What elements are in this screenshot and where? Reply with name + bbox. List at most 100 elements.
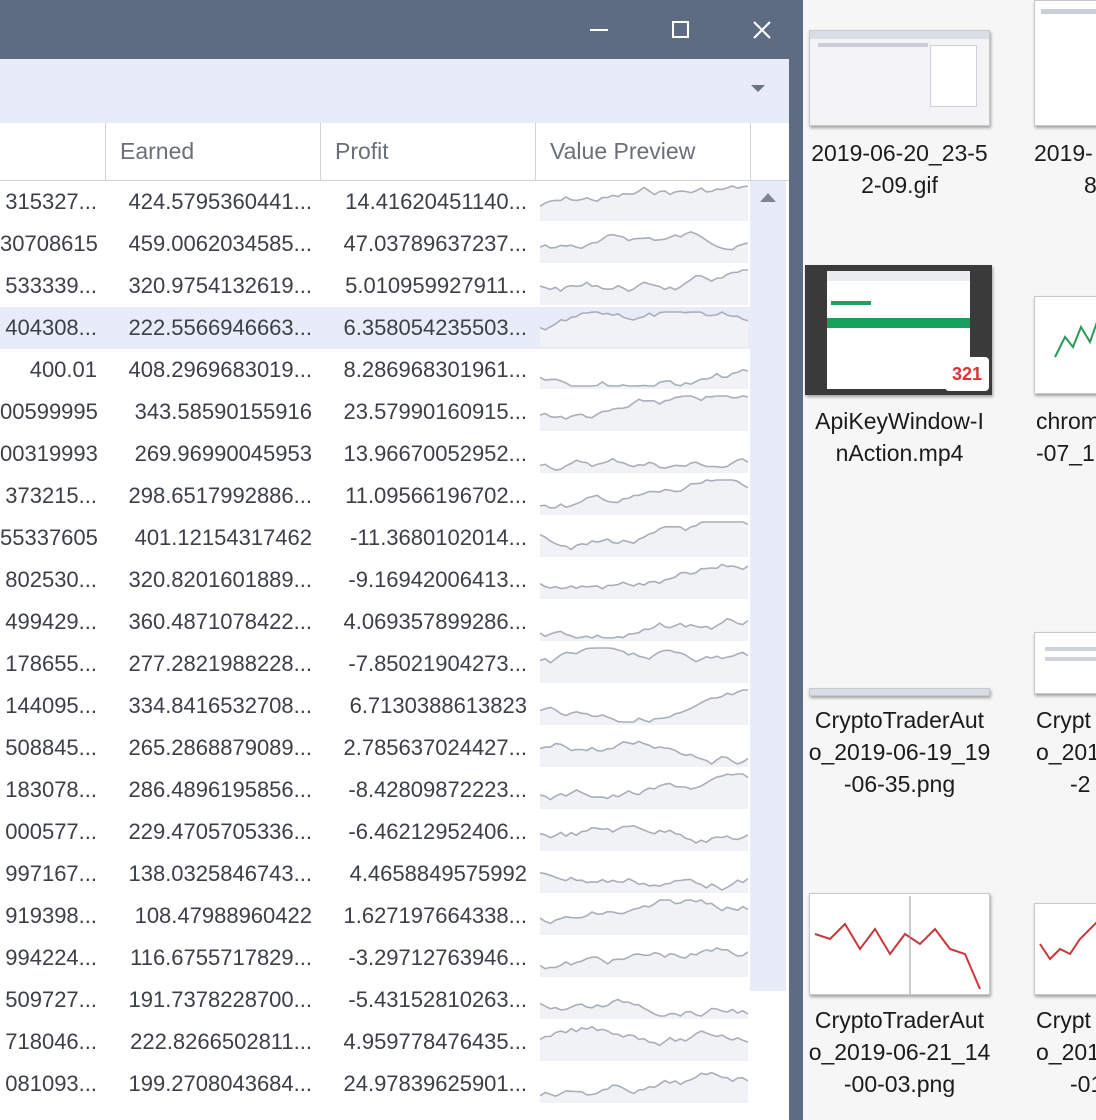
value-preview-sparkline <box>540 871 748 893</box>
sparkline-area <box>540 270 748 305</box>
cell-earned: 222.5566946663... <box>128 315 312 340</box>
cell-previous-value: 144095... <box>5 693 97 718</box>
cell-previous-value: 509727... <box>5 987 97 1012</box>
value-preview-sparkline <box>540 457 748 473</box>
cell-previous-value: 00599995 <box>0 399 97 424</box>
file-thumbnail[interactable] <box>1034 0 1096 126</box>
close-icon <box>753 20 771 39</box>
table-row[interactable]: 994224... 116.6755717829... -3.29712763946… <box>0 937 750 979</box>
value-preview-sparkline <box>540 368 748 389</box>
table-row[interactable]: 533339... 320.9754132619... 5.010959927911… <box>0 265 750 307</box>
table-row[interactable]: 499429... 360.4871078422... 4.069357899286… <box>0 601 750 643</box>
file-label-line: -07_1 <box>1036 440 1095 466</box>
file-thumbnail[interactable] <box>809 893 990 995</box>
file-label[interactable]: ApiKeyWindow-I nAction.mp4 <box>803 405 996 469</box>
file-thumbnail[interactable] <box>1034 296 1096 394</box>
table-row[interactable]: 00319993 269.96990045953 13.96670052952... <box>0 433 750 475</box>
file-label-line: o_2019-06-21_14 <box>808 1039 991 1065</box>
table-row[interactable]: 315327... 424.5795360441... 14.41620451140… <box>0 181 750 223</box>
file-thumbnail[interactable] <box>809 688 990 696</box>
table-row[interactable]: 00599995 343.58590155916 23.57990160915... <box>0 391 750 433</box>
value-preview-sparkline <box>540 521 748 557</box>
file-label-line: chrom <box>1036 408 1096 434</box>
table-row[interactable]: 404308... 222.5566946663... 6.358054235503… <box>0 307 750 349</box>
file-thumbnail[interactable] <box>1034 903 1096 995</box>
chart-preview-icon <box>814 896 981 994</box>
video-thumbnail[interactable]: 321 <box>805 265 992 395</box>
table-row[interactable]: 000577... 229.4705705336... -6.46212952406… <box>0 811 750 853</box>
table-row[interactable]: 144095... 334.8416532708... 6.713038861382… <box>0 685 750 727</box>
table-row[interactable]: 373215... 298.6517992886... 11.09566196702… <box>0 475 750 517</box>
file-label-line: Crypt <box>1036 707 1091 733</box>
file-thumbnail[interactable] <box>1034 632 1096 694</box>
value-preview-sparkline <box>540 998 748 1019</box>
sparkline-area <box>540 522 748 557</box>
cell-profit: -11.3680102014... <box>350 525 527 550</box>
cell-profit: 4.4658849575992 <box>349 861 527 886</box>
file-label[interactable]: Crypt o_201 -2 <box>1036 704 1096 800</box>
table-row[interactable]: 55337605 401.12154317462 -11.3680102014... <box>0 517 750 559</box>
cell-earned: 199.2708043684... <box>128 1071 312 1096</box>
cell-earned: 191.7378228700... <box>128 987 312 1012</box>
table-row[interactable]: 400.01 408.2969683019... 8.286968301961... <box>0 349 750 391</box>
file-label[interactable]: Crypt o_201 -01 <box>1036 1004 1096 1100</box>
value-preview-sparkline <box>540 563 748 599</box>
chevron-down-icon[interactable] <box>751 85 765 92</box>
video-badge: 321 <box>945 357 989 391</box>
minimize-button[interactable] <box>558 0 640 59</box>
table-row[interactable]: 508845... 265.2868879089... 2.785637024427… <box>0 727 750 769</box>
desktop: 2019-06-20_23-5 2-09.gif 2019- 8 321 Api… <box>803 0 1096 1120</box>
file-label[interactable]: 2019-06-20_23-5 2-09.gif <box>803 137 996 201</box>
value-preview-sparkline <box>540 647 748 683</box>
cell-earned: 401.12154317462 <box>134 525 312 550</box>
value-preview-sparkline <box>540 479 748 515</box>
file-label-line: -01 <box>1070 1071 1096 1097</box>
cell-previous-value: 533339... <box>5 273 97 298</box>
cell-previous-value: 081093... <box>5 1071 97 1096</box>
file-label[interactable]: CryptoTraderAut o_2019-06-21_14 -00-03.p… <box>803 1004 996 1100</box>
close-button[interactable] <box>721 0 803 59</box>
cell-profit: 6.7130388613823 <box>349 693 527 718</box>
cell-previous-value: 802530... <box>5 567 97 592</box>
sparkline-area <box>540 741 748 767</box>
scroll-up-icon[interactable] <box>760 193 776 202</box>
column-header-profit[interactable]: Profit <box>320 123 535 180</box>
file-label-line: 2-09.gif <box>861 172 938 198</box>
column-header-value-preview[interactable]: Value Preview <box>535 123 750 180</box>
maximize-button[interactable] <box>640 0 722 59</box>
data-grid: Earned Profit Value Preview 315327... 424… <box>0 123 789 1120</box>
value-preview-sparkline <box>540 773 748 809</box>
cell-previous-value: 00319993 <box>0 441 97 466</box>
table-row[interactable]: 802530... 320.8201601889... -9.16942006413… <box>0 559 750 601</box>
table-row[interactable]: 30708615 459.0062034585... 47.03789637237.… <box>0 223 750 265</box>
file-label-line: CryptoTraderAut <box>814 707 985 733</box>
cell-previous-value: 30708615 <box>0 231 97 256</box>
table-row[interactable]: 919398... 108.47988960422 1.627197664338..… <box>0 895 750 937</box>
maximize-icon <box>672 20 689 38</box>
file-thumbnail[interactable] <box>809 30 990 126</box>
file-label[interactable]: chrom -07_1 <box>1036 405 1096 469</box>
file-label-line: ApiKeyWindow-I <box>815 408 984 434</box>
cell-previous-value: 315327... <box>5 189 97 214</box>
cell-earned: 424.5795360441... <box>128 189 312 214</box>
column-header-earned[interactable]: Earned <box>105 123 320 180</box>
cell-earned: 222.8266502811... <box>130 1029 312 1054</box>
table-row[interactable]: 081093... 199.2708043684... 24.97839625901… <box>0 1063 750 1105</box>
table-row[interactable]: 509727... 191.7378228700... -5.43152810263… <box>0 979 750 1021</box>
table-row[interactable]: 183078... 286.4896195856... -8.42809872223… <box>0 769 750 811</box>
cell-earned: 343.58590155916 <box>134 399 312 424</box>
cell-profit: -6.46212952406... <box>348 819 527 844</box>
file-label[interactable]: CryptoTraderAut o_2019-06-19_19 -06-35.p… <box>803 704 996 800</box>
table-row[interactable]: 997167... 138.0325846743... 4.465884957599… <box>0 853 750 895</box>
table-row[interactable]: 718046... 222.8266502811... 4.959778476435… <box>0 1021 750 1063</box>
cell-profit: -9.16942006413... <box>348 567 527 592</box>
file-label-line: CryptoTraderAut <box>814 1007 985 1033</box>
vertical-scrollbar[interactable] <box>750 181 786 991</box>
sparkline-area <box>540 564 748 599</box>
file-label[interactable]: 2019- 8 <box>1034 137 1096 201</box>
cell-earned: 408.2969683019... <box>128 357 312 382</box>
file-label-line: 2019- <box>1034 140 1093 166</box>
value-preview-sparkline <box>540 1025 748 1061</box>
cell-earned: 459.0062034585... <box>128 231 312 256</box>
table-row[interactable]: 178655... 277.2821988228... -7.85021904273… <box>0 643 750 685</box>
